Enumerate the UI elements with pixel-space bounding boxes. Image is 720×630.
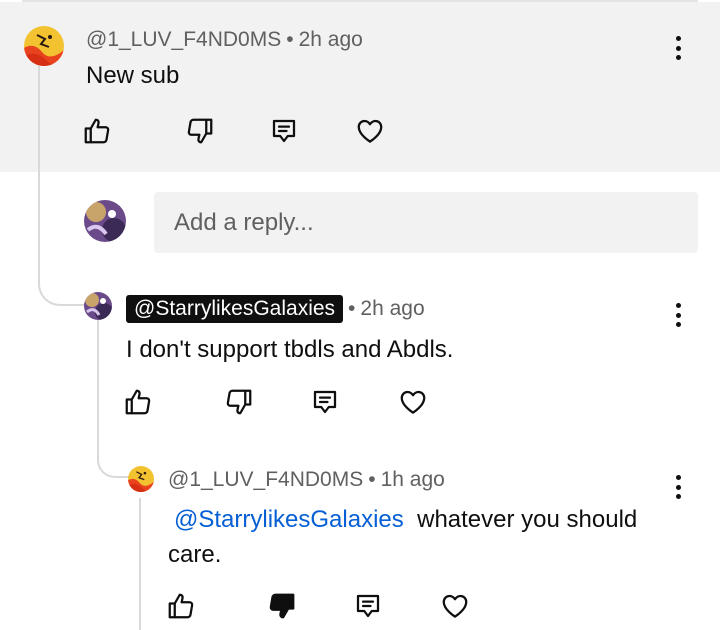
comment-text: I don't support tbdls and Abdls. <box>126 336 454 363</box>
thumbs-up-icon[interactable] <box>120 384 156 420</box>
thumbs-down-icon[interactable] <box>182 113 218 149</box>
separator-dot: • <box>368 468 376 491</box>
avatar-1-luv-f4nd0ms[interactable] <box>128 466 154 492</box>
thumbs-down-icon[interactable] <box>221 384 257 420</box>
thumbs-down-filled-icon[interactable] <box>264 588 300 624</box>
current-user-avatar <box>84 200 126 242</box>
reply-input[interactable] <box>154 192 698 253</box>
reply-comment-icon[interactable] <box>307 384 343 420</box>
separator-dot: • <box>348 297 356 320</box>
comment-meta: @1_LUV_F4ND0MS • 1h ago <box>168 468 445 492</box>
more-vert-icon[interactable] <box>668 33 688 63</box>
comment-meta: @1_LUV_F4ND0MS • 2h ago <box>86 28 363 52</box>
comment-text: New sub <box>86 62 180 89</box>
more-vert-icon[interactable] <box>668 472 688 502</box>
reply-comment-icon[interactable] <box>266 113 302 149</box>
comment-time: 2h ago <box>298 28 363 51</box>
heart-icon[interactable] <box>352 113 388 149</box>
comment-author[interactable]: @1_LUV_F4ND0MS <box>86 28 281 51</box>
add-reply-field[interactable] <box>154 192 698 253</box>
comment-meta: @StarrylikesGalaxies • 2h ago <box>126 295 425 323</box>
mention-link[interactable]: @StarrylikesGalaxies <box>174 506 404 533</box>
comment-text: @StarrylikesGalaxies whatever you should… <box>168 502 658 572</box>
reply-comment-icon[interactable] <box>350 588 386 624</box>
heart-icon[interactable] <box>437 588 473 624</box>
comment-author[interactable]: @1_LUV_F4ND0MS <box>168 468 363 491</box>
thumbs-up-icon[interactable] <box>79 113 115 149</box>
comment-time: 1h ago <box>380 468 445 491</box>
comment-text-line2: care. <box>168 541 222 568</box>
heart-icon[interactable] <box>395 384 431 420</box>
thumbs-up-icon[interactable] <box>163 588 199 624</box>
avatar-starrylikesgalaxies[interactable] <box>84 292 112 320</box>
comment-time: 2h ago <box>360 297 425 320</box>
thread-line <box>139 498 141 630</box>
more-vert-icon[interactable] <box>668 300 688 330</box>
thread-line <box>38 66 96 306</box>
avatar-1-luv-f4nd0ms[interactable] <box>24 26 64 66</box>
separator-dot: • <box>286 28 294 51</box>
creator-handle-chip[interactable]: @StarrylikesGalaxies <box>126 295 344 323</box>
comment-text-line1: whatever you should <box>417 506 638 533</box>
